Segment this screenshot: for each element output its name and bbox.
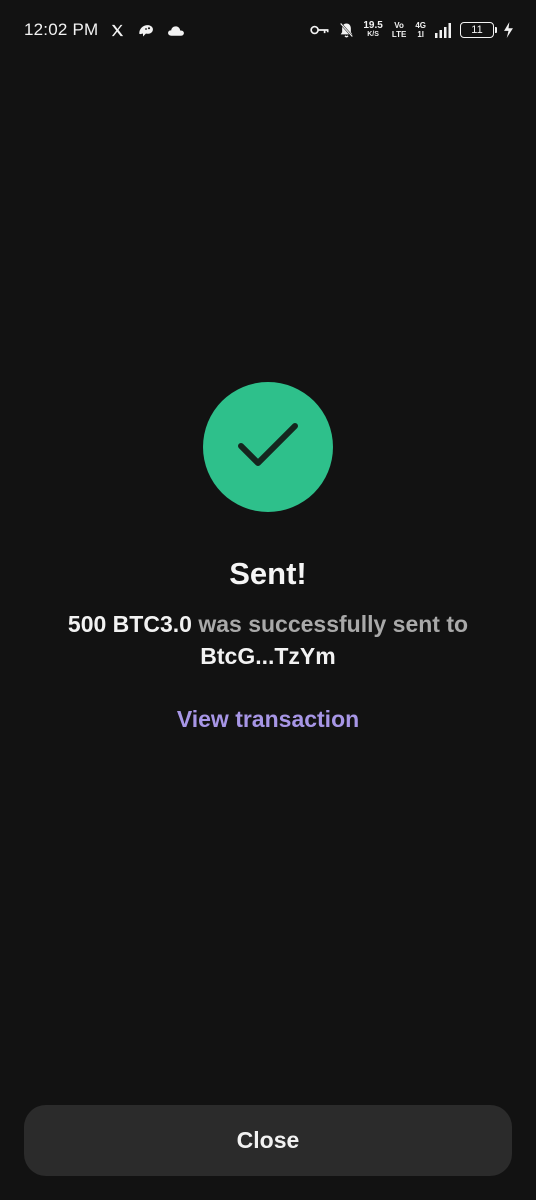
net-speed-unit: K/S	[367, 31, 379, 38]
status-left: 12:02 PM	[24, 20, 185, 40]
charging-icon	[503, 22, 514, 38]
key-icon	[310, 24, 330, 36]
page-title: Sent!	[229, 556, 307, 591]
net-speed-value: 19.5	[363, 20, 383, 31]
view-transaction-link[interactable]: View transaction	[177, 706, 359, 733]
sent-amount: 500 BTC3.0	[67, 611, 192, 637]
battery-icon: 11	[460, 22, 497, 38]
status-right: 19.5 K/S Vo LTE 4G 1l 11	[310, 21, 514, 39]
close-button[interactable]: Close	[24, 1105, 512, 1176]
status-bar: 12:02 PM 19.5 K/S Vo LTE 4G 1l 11	[0, 0, 536, 60]
checkmark-icon	[236, 420, 300, 475]
bird-icon	[137, 23, 155, 38]
signal-icon	[435, 22, 451, 38]
volte-bottom: LTE	[391, 30, 407, 39]
net-speed: 19.5 K/S	[363, 21, 382, 39]
volte-indicator: Vo LTE	[392, 21, 407, 39]
network-top: 4G	[415, 21, 426, 30]
cloud-icon	[167, 24, 185, 37]
success-content: Sent! 500 BTC3.0 was successfully sent t…	[0, 382, 536, 733]
status-time: 12:02 PM	[24, 20, 99, 39]
network-type: 4G 1l	[415, 21, 426, 39]
bell-off-icon	[339, 22, 354, 38]
success-message: 500 BTC3.0 was successfully sent to BtcG…	[58, 608, 478, 672]
success-badge	[203, 382, 333, 512]
message-text: was successfully sent to	[191, 611, 469, 637]
network-bottom: 1l	[417, 30, 424, 39]
volte-top: Vo	[394, 21, 404, 30]
recipient-address: BtcG...TzYm	[200, 643, 336, 669]
x-icon	[110, 23, 125, 38]
battery-level: 11	[471, 23, 483, 36]
